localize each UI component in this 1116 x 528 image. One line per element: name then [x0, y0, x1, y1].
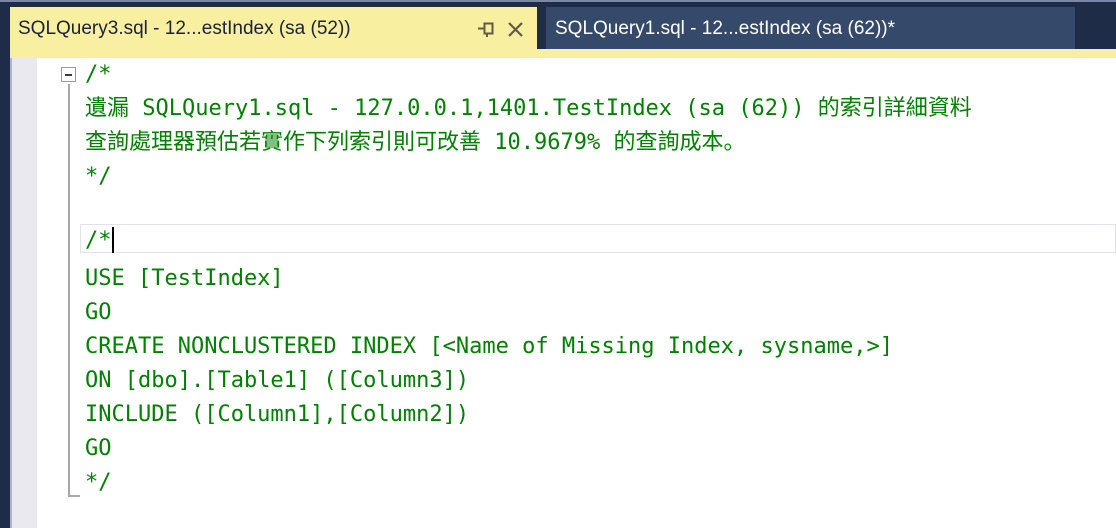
code-line[interactable]: GO [0, 296, 1116, 330]
code-line[interactable]: 查詢處理器預估若實作下列索引則可改善 10.9679% 的查詢成本。 [0, 126, 1116, 160]
fold-guide-line [68, 84, 70, 496]
code-line[interactable]: 遺漏 SQLQuery1.sql - 127.0.0.1,1401.TestIn… [0, 92, 1116, 126]
active-tab-strip [10, 49, 1116, 58]
code-line[interactable] [0, 194, 1116, 228]
close-icon[interactable] [505, 19, 525, 39]
code-line[interactable]: INCLUDE ([Column1],[Column2]) [0, 398, 1116, 432]
code-line[interactable]: */ [0, 160, 1116, 194]
minus-icon [65, 73, 72, 76]
tab-title: SQLQuery3.sql - 12...estIndex (sa (52)) [18, 18, 351, 39]
tab-title: SQLQuery1.sql - 12...estIndex (sa (62))* [555, 18, 896, 39]
tab-sqlquery1[interactable]: SQLQuery1.sql - 12...estIndex (sa (62))* [546, 7, 1075, 51]
collapse-region-toggle[interactable] [61, 67, 76, 82]
code-line[interactable]: USE [TestIndex] [0, 262, 1116, 296]
fold-guide-foot [68, 495, 80, 497]
code-line-with-caret[interactable]: /* [0, 224, 1116, 258]
code-line[interactable]: CREATE NONCLUSTERED INDEX [<Name of Miss… [0, 330, 1116, 364]
code-line[interactable]: /* [0, 58, 1116, 92]
code-line[interactable]: */ [0, 466, 1116, 500]
pin-icon[interactable] [476, 19, 496, 39]
code-line[interactable]: ON [dbo].[Table1] ([Column3]) [0, 364, 1116, 398]
code-line[interactable]: GO [0, 432, 1116, 466]
text-caret [112, 227, 114, 253]
code-editor[interactable]: /* 遺漏 SQLQuery1.sql - 127.0.0.1,1401.Tes… [0, 58, 1116, 528]
tab-sqlquery3[interactable]: SQLQuery3.sql - 12...estIndex (sa (52)) [10, 7, 537, 51]
ssms-window: { "tabs": [ { "label": "SQLQuery3.sql - … [0, 0, 1116, 528]
document-tab-bar: SQLQuery3.sql - 12...estIndex (sa (52)) … [0, 0, 1116, 51]
